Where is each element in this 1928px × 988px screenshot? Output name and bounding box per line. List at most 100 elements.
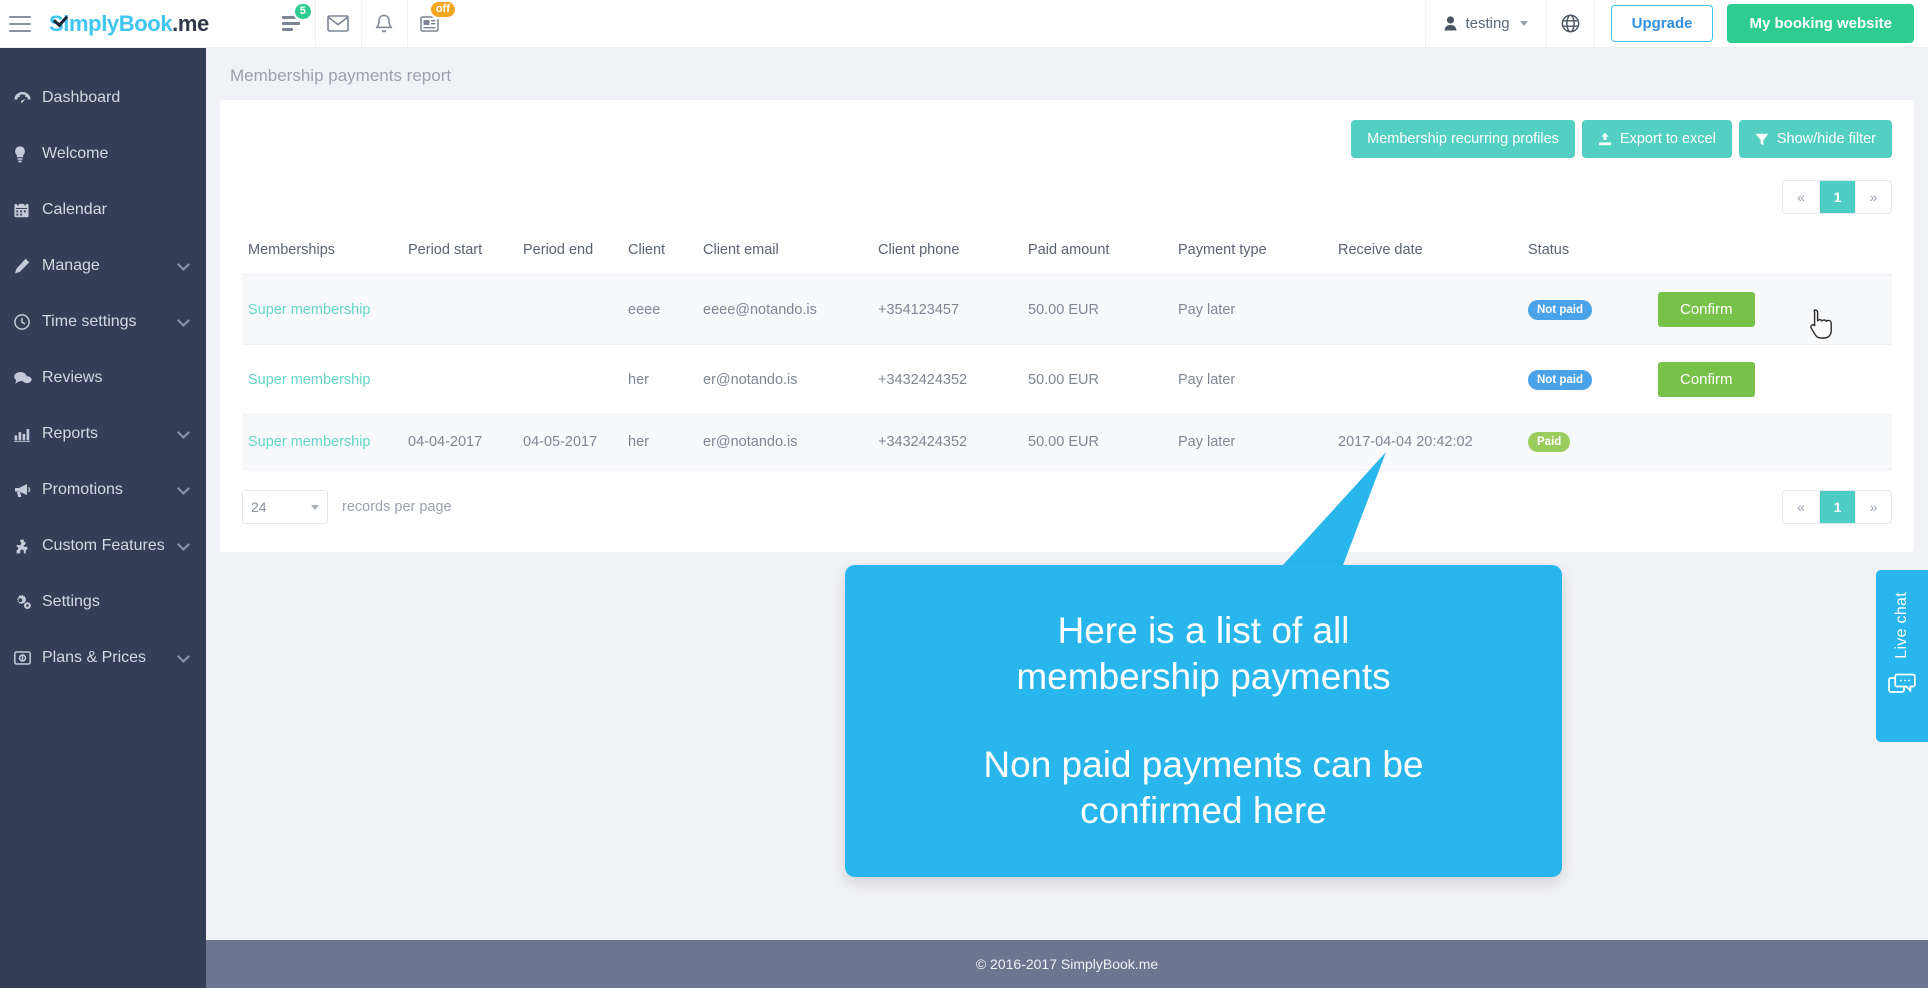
cell-action <box>1652 414 1892 470</box>
page-next-button[interactable]: » <box>1855 491 1891 523</box>
page-next-button[interactable]: » <box>1855 181 1891 213</box>
pager: « 1 » <box>1782 180 1892 214</box>
sidebar-label: Calendar <box>42 201 107 218</box>
page-prev-button[interactable]: « <box>1783 181 1819 213</box>
topbar-icon-group: 5 off <box>269 0 457 48</box>
filter-icon <box>1755 133 1769 145</box>
cell-client-phone: +354123457 <box>872 274 1022 345</box>
clock-icon <box>14 314 42 330</box>
envelope-icon[interactable] <box>314 0 361 48</box>
sidebar-item-promotions[interactable]: Promotions <box>0 462 206 518</box>
sidebar: Dashboard Welcome Calendar Manage Time s… <box>0 48 206 988</box>
cell-receive-date <box>1332 344 1522 415</box>
sidebar-label: Promotions <box>42 481 123 498</box>
chevron-down-icon <box>177 481 190 495</box>
upgrade-button[interactable]: Upgrade <box>1610 5 1714 42</box>
records-per-page-select[interactable]: 24 <box>242 490 328 524</box>
membership-link[interactable]: Super membership <box>248 302 371 318</box>
callout-paragraph-1: Here is a list of all membership payment… <box>1016 608 1390 701</box>
status-badge: Paid <box>1528 432 1571 452</box>
cell-client-email: er@notando.is <box>697 414 872 470</box>
table-head: Memberships Period start Period end Clie… <box>242 236 1892 275</box>
sidebar-item-custom-features[interactable]: Custom Features <box>0 518 206 574</box>
records-per-page-label: records per page <box>342 499 452 515</box>
user-icon <box>1445 16 1457 31</box>
sidebar-item-plans-prices[interactable]: Plans & Prices <box>0 630 206 686</box>
chevron-down-icon <box>177 649 190 663</box>
app-logo[interactable]: S imply Book .me <box>49 11 209 37</box>
confirm-button[interactable]: Confirm <box>1658 362 1755 397</box>
sidebar-item-reviews[interactable]: Reviews <box>0 350 206 406</box>
col-period-start: Period start <box>402 236 517 275</box>
cell-period-start <box>402 344 517 415</box>
list-icon[interactable]: 5 <box>269 0 315 48</box>
sidebar-item-dashboard[interactable]: Dashboard <box>0 70 206 126</box>
btn-label: Membership recurring profiles <box>1367 131 1559 147</box>
table-body: Super membership eeee eeee@notando.is +3… <box>242 274 1892 470</box>
page-prev-button[interactable]: « <box>1783 491 1819 523</box>
cell-period-end <box>517 274 622 345</box>
cell-client-phone: +3432424352 <box>872 344 1022 415</box>
sidebar-item-settings[interactable]: Settings <box>0 574 206 630</box>
confirm-button[interactable]: Confirm <box>1658 292 1755 327</box>
col-receive-date: Receive date <box>1332 236 1522 275</box>
copyright-text: © 2016-2017 SimplyBook.me <box>975 956 1159 972</box>
user-menu[interactable]: testing <box>1425 0 1547 48</box>
bell-icon[interactable] <box>360 0 407 48</box>
col-payment-type: Payment type <box>1172 236 1332 275</box>
chart-icon <box>14 427 42 442</box>
page-title: Membership payments report <box>230 66 452 85</box>
cell-status: Paid <box>1522 414 1652 470</box>
table-row[interactable]: Super membership her er@notando.is +3432… <box>242 344 1892 415</box>
membership-link[interactable]: Super membership <box>248 434 371 450</box>
language-globe-icon[interactable] <box>1547 0 1595 48</box>
cell-payment-type: Pay later <box>1172 344 1332 415</box>
user-name: testing <box>1465 15 1510 32</box>
page-footer: © 2016-2017 SimplyBook.me <box>206 940 1928 988</box>
callout-paragraph-2: Non paid payments can be confirmed here <box>983 742 1423 835</box>
sidebar-item-reports[interactable]: Reports <box>0 406 206 462</box>
cell-period-start: 04-04-2017 <box>402 414 517 470</box>
news-icon[interactable]: off <box>406 0 457 48</box>
sidebar-item-welcome[interactable]: Welcome <box>0 126 206 182</box>
sidebar-label: Plans & Prices <box>42 649 147 666</box>
calendar-icon <box>14 202 42 218</box>
show-hide-filter-button[interactable]: Show/hide filter <box>1738 120 1892 158</box>
gears-icon <box>14 594 42 610</box>
status-badge: Not paid <box>1528 369 1592 390</box>
app-root: S imply Book .me 5 off testing Upgrade M… <box>0 0 1928 988</box>
report-card: Membership recurring profiles Export to … <box>220 100 1914 552</box>
cell-period-end: 04-05-2017 <box>517 414 622 470</box>
callout-line-2: membership payments <box>1016 655 1391 697</box>
table-row[interactable]: Super membership 04-04-2017 04-05-2017 h… <box>242 414 1892 470</box>
live-chat-widget[interactable]: Live chat <box>1876 570 1928 742</box>
chevron-down-icon <box>311 504 319 510</box>
col-paid-amount: Paid amount <box>1022 236 1172 275</box>
cell-client: her <box>622 344 697 415</box>
pagination-top: « 1 » <box>242 180 1892 214</box>
membership-link[interactable]: Super membership <box>248 372 371 388</box>
logo-book: Book <box>118 10 173 36</box>
list-badge: 5 <box>292 1 313 21</box>
table-row[interactable]: Super membership eeee eeee@notando.is +3… <box>242 274 1892 345</box>
membership-recurring-profiles-button[interactable]: Membership recurring profiles <box>1351 120 1575 158</box>
chevron-down-icon <box>177 537 190 551</box>
cell-status: Not paid <box>1522 274 1652 345</box>
bulb-icon <box>14 145 42 163</box>
sidebar-item-time-settings[interactable]: Time settings <box>0 294 206 350</box>
sidebar-item-manage[interactable]: Manage <box>0 238 206 294</box>
page-1-button[interactable]: 1 <box>1819 181 1855 213</box>
sidebar-item-calendar[interactable]: Calendar <box>0 182 206 238</box>
menu-toggle-icon[interactable] <box>9 15 31 32</box>
col-memberships: Memberships <box>242 236 402 275</box>
cell-payment-type: Pay later <box>1172 274 1332 345</box>
export-to-excel-button[interactable]: Export to excel <box>1581 120 1732 158</box>
sidebar-label: Time settings <box>42 313 137 330</box>
sidebar-label: Manage <box>42 257 100 274</box>
page-1-button[interactable]: 1 <box>1819 491 1855 523</box>
megaphone-icon <box>14 483 42 498</box>
col-status: Status <box>1522 236 1652 275</box>
report-toolbar: Membership recurring profiles Export to … <box>242 120 1892 158</box>
table-header-row: Memberships Period start Period end Clie… <box>242 236 1892 275</box>
my-booking-website-button[interactable]: My booking website <box>1727 4 1914 43</box>
